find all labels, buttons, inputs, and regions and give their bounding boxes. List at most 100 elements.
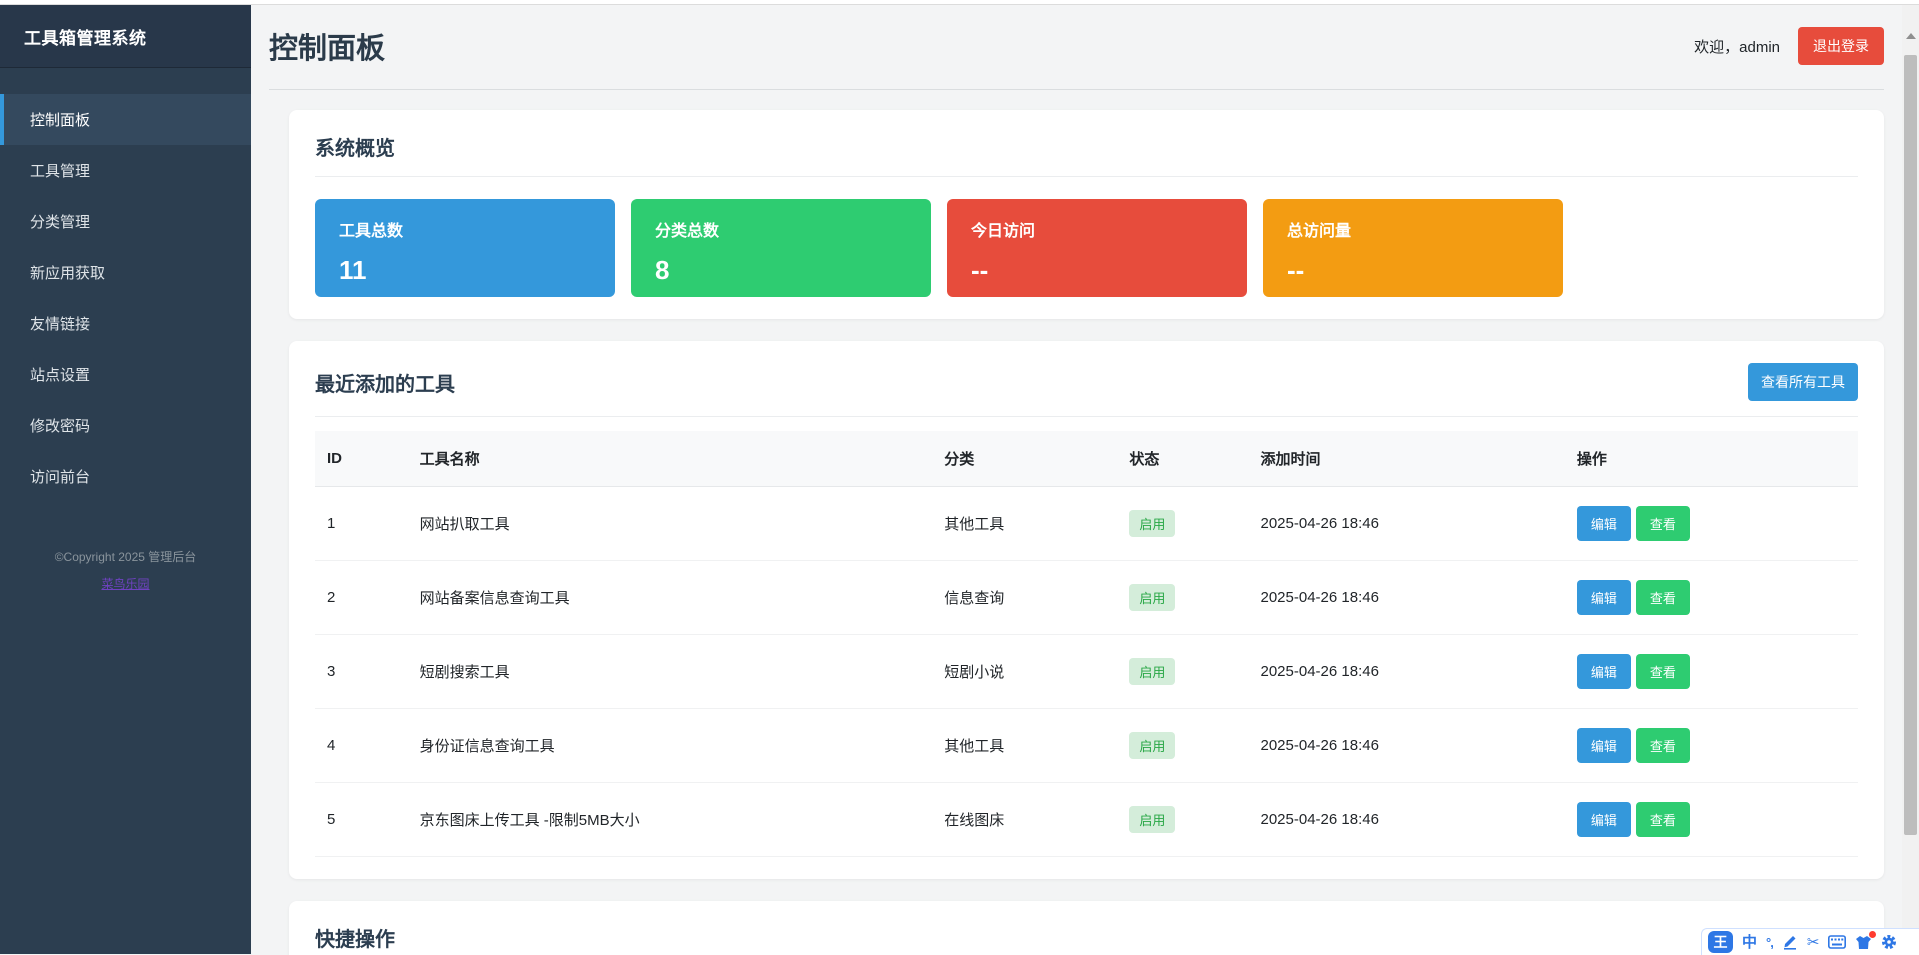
stat-card-today-visits: 今日访问 --: [947, 199, 1247, 297]
cell-time: 2025-04-26 18:46: [1249, 561, 1565, 635]
sidebar-item-change-password[interactable]: 修改密码: [0, 400, 251, 451]
pencil-icon[interactable]: [1782, 934, 1798, 950]
cell-id: 3: [315, 635, 408, 709]
overview-title: 系统概览: [315, 132, 1858, 161]
scroll-up-arrow-icon[interactable]: [1906, 33, 1916, 39]
topbar: 控制面板 欢迎，admin 退出登录: [269, 5, 1884, 90]
notification-dot: [1869, 931, 1876, 938]
view-all-tools-button[interactable]: 查看所有工具: [1748, 363, 1858, 401]
stat-label: 总访问量: [1287, 217, 1539, 241]
sidebar-item-site-settings[interactable]: 站点设置: [0, 349, 251, 400]
table-row: 1 网站扒取工具 其他工具 启用 2025-04-26 18:46 编辑查看: [315, 487, 1858, 561]
col-category: 分类: [932, 431, 1117, 487]
edit-button[interactable]: 编辑: [1577, 580, 1631, 615]
col-status: 状态: [1117, 431, 1248, 487]
ime-language-mode-icon[interactable]: 中: [1742, 935, 1757, 950]
edit-button[interactable]: 编辑: [1577, 506, 1631, 541]
status-badge: 启用: [1129, 584, 1175, 611]
stat-label: 分类总数: [655, 217, 907, 241]
sidebar-footer: ©Copyright 2025 管理后台 菜鸟乐园: [0, 548, 251, 593]
stat-value: 11: [339, 255, 591, 286]
view-button[interactable]: 查看: [1636, 654, 1690, 689]
col-time: 添加时间: [1249, 431, 1565, 487]
app-title: 工具箱管理系统: [0, 5, 251, 68]
cell-category: 在线图床: [932, 783, 1117, 857]
divider: [315, 416, 1858, 417]
cell-category: 信息查询: [932, 561, 1117, 635]
skin-tshirt-icon[interactable]: [1855, 935, 1872, 950]
copyright-link[interactable]: 菜鸟乐园: [101, 575, 149, 592]
sidebar-nav: 控制面板 工具管理 分类管理 新应用获取 友情链接 站点设置 修改密码 访问前台: [0, 68, 251, 502]
edit-button[interactable]: 编辑: [1577, 802, 1631, 837]
sidebar-item-new-apps[interactable]: 新应用获取: [0, 247, 251, 298]
table-row: 4 身份证信息查询工具 其他工具 启用 2025-04-26 18:46 编辑查…: [315, 709, 1858, 783]
status-badge: 启用: [1129, 732, 1175, 759]
status-badge: 启用: [1129, 510, 1175, 537]
ime-punctuation-mode-icon[interactable]: °,: [1766, 936, 1773, 949]
recent-tools-header: 最近添加的工具 查看所有工具: [315, 363, 1858, 401]
stat-card-total-visits: 总访问量 --: [1263, 199, 1563, 297]
table-row: 2 网站备案信息查询工具 信息查询 启用 2025-04-26 18:46 编辑…: [315, 561, 1858, 635]
view-button[interactable]: 查看: [1636, 802, 1690, 837]
stat-value: 8: [655, 255, 907, 286]
quick-actions-title: 快捷操作: [315, 923, 1858, 952]
app-window: 工具箱管理系统 控制面板 工具管理 分类管理 新应用获取 友情链接 站点设置 修…: [0, 5, 1919, 954]
stat-value: --: [1287, 255, 1539, 286]
logout-button[interactable]: 退出登录: [1798, 27, 1884, 65]
status-badge: 启用: [1129, 658, 1175, 685]
sidebar-item-tools[interactable]: 工具管理: [0, 145, 251, 196]
cell-name: 京东图床上传工具 -限制5MB大小: [408, 783, 933, 857]
cell-id: 1: [315, 487, 408, 561]
table-header-row: ID 工具名称 分类 状态 添加时间 操作: [315, 431, 1858, 487]
stat-label: 工具总数: [339, 217, 591, 241]
cell-name: 网站备案信息查询工具: [408, 561, 933, 635]
table-row: 3 短剧搜索工具 短剧小说 启用 2025-04-26 18:46 编辑查看: [315, 635, 1858, 709]
overview-card: 系统概览 工具总数 11 分类总数 8 今日访问 --: [289, 110, 1884, 319]
cell-id: 5: [315, 783, 408, 857]
cell-id: 4: [315, 709, 408, 783]
col-id: ID: [315, 431, 408, 487]
welcome-text: 欢迎，admin: [1694, 36, 1780, 57]
copyright-text: ©Copyright 2025 管理后台: [0, 548, 251, 565]
cell-category: 其他工具: [932, 487, 1117, 561]
stat-label: 今日访问: [971, 217, 1223, 241]
sidebar-item-visit-frontend[interactable]: 访问前台: [0, 451, 251, 502]
scrollbar-thumb[interactable]: [1904, 55, 1917, 835]
stat-card-total-categories: 分类总数 8: [631, 199, 931, 297]
content: 系统概览 工具总数 11 分类总数 8 今日访问 --: [251, 90, 1902, 955]
topbar-right: 欢迎，admin 退出登录: [1694, 27, 1884, 65]
view-button[interactable]: 查看: [1636, 728, 1690, 763]
col-name: 工具名称: [408, 431, 933, 487]
scissors-icon[interactable]: ✂: [1807, 935, 1820, 950]
recent-tools-title: 最近添加的工具: [315, 368, 455, 397]
ime-logo-icon[interactable]: 王: [1708, 931, 1733, 953]
ime-toolbar: 王 中 °, ✂: [1701, 928, 1919, 955]
page-title: 控制面板: [269, 25, 385, 67]
col-actions: 操作: [1565, 431, 1858, 487]
keyboard-icon[interactable]: [1828, 935, 1846, 949]
scrollbar[interactable]: [1902, 5, 1919, 955]
cell-time: 2025-04-26 18:46: [1249, 709, 1565, 783]
cell-time: 2025-04-26 18:46: [1249, 783, 1565, 857]
cell-category: 其他工具: [932, 709, 1117, 783]
cell-name: 网站扒取工具: [408, 487, 933, 561]
edit-button[interactable]: 编辑: [1577, 728, 1631, 763]
cell-time: 2025-04-26 18:46: [1249, 487, 1565, 561]
cell-time: 2025-04-26 18:46: [1249, 635, 1565, 709]
table-row: 5 京东图床上传工具 -限制5MB大小 在线图床 启用 2025-04-26 1…: [315, 783, 1858, 857]
edit-button[interactable]: 编辑: [1577, 654, 1631, 689]
stat-value: --: [971, 255, 1223, 286]
sidebar-item-friend-links[interactable]: 友情链接: [0, 298, 251, 349]
cell-name: 短剧搜索工具: [408, 635, 933, 709]
main-area: 控制面板 欢迎，admin 退出登录 系统概览 工具总数 11 分类总数: [251, 5, 1919, 954]
view-button[interactable]: 查看: [1636, 580, 1690, 615]
divider: [315, 176, 1858, 177]
quick-actions-card: 快捷操作: [289, 901, 1884, 955]
sidebar-item-categories[interactable]: 分类管理: [0, 196, 251, 247]
stat-card-total-tools: 工具总数 11: [315, 199, 615, 297]
recent-tools-card: 最近添加的工具 查看所有工具 ID 工具名称 分类 状态 添加时间 操作: [289, 341, 1884, 879]
view-button[interactable]: 查看: [1636, 506, 1690, 541]
sidebar-item-dashboard[interactable]: 控制面板: [0, 94, 251, 145]
ime-settings-gear-icon[interactable]: [1881, 934, 1897, 950]
recent-tools-table: ID 工具名称 分类 状态 添加时间 操作 1 网站扒取工具 其他工具: [315, 431, 1858, 857]
